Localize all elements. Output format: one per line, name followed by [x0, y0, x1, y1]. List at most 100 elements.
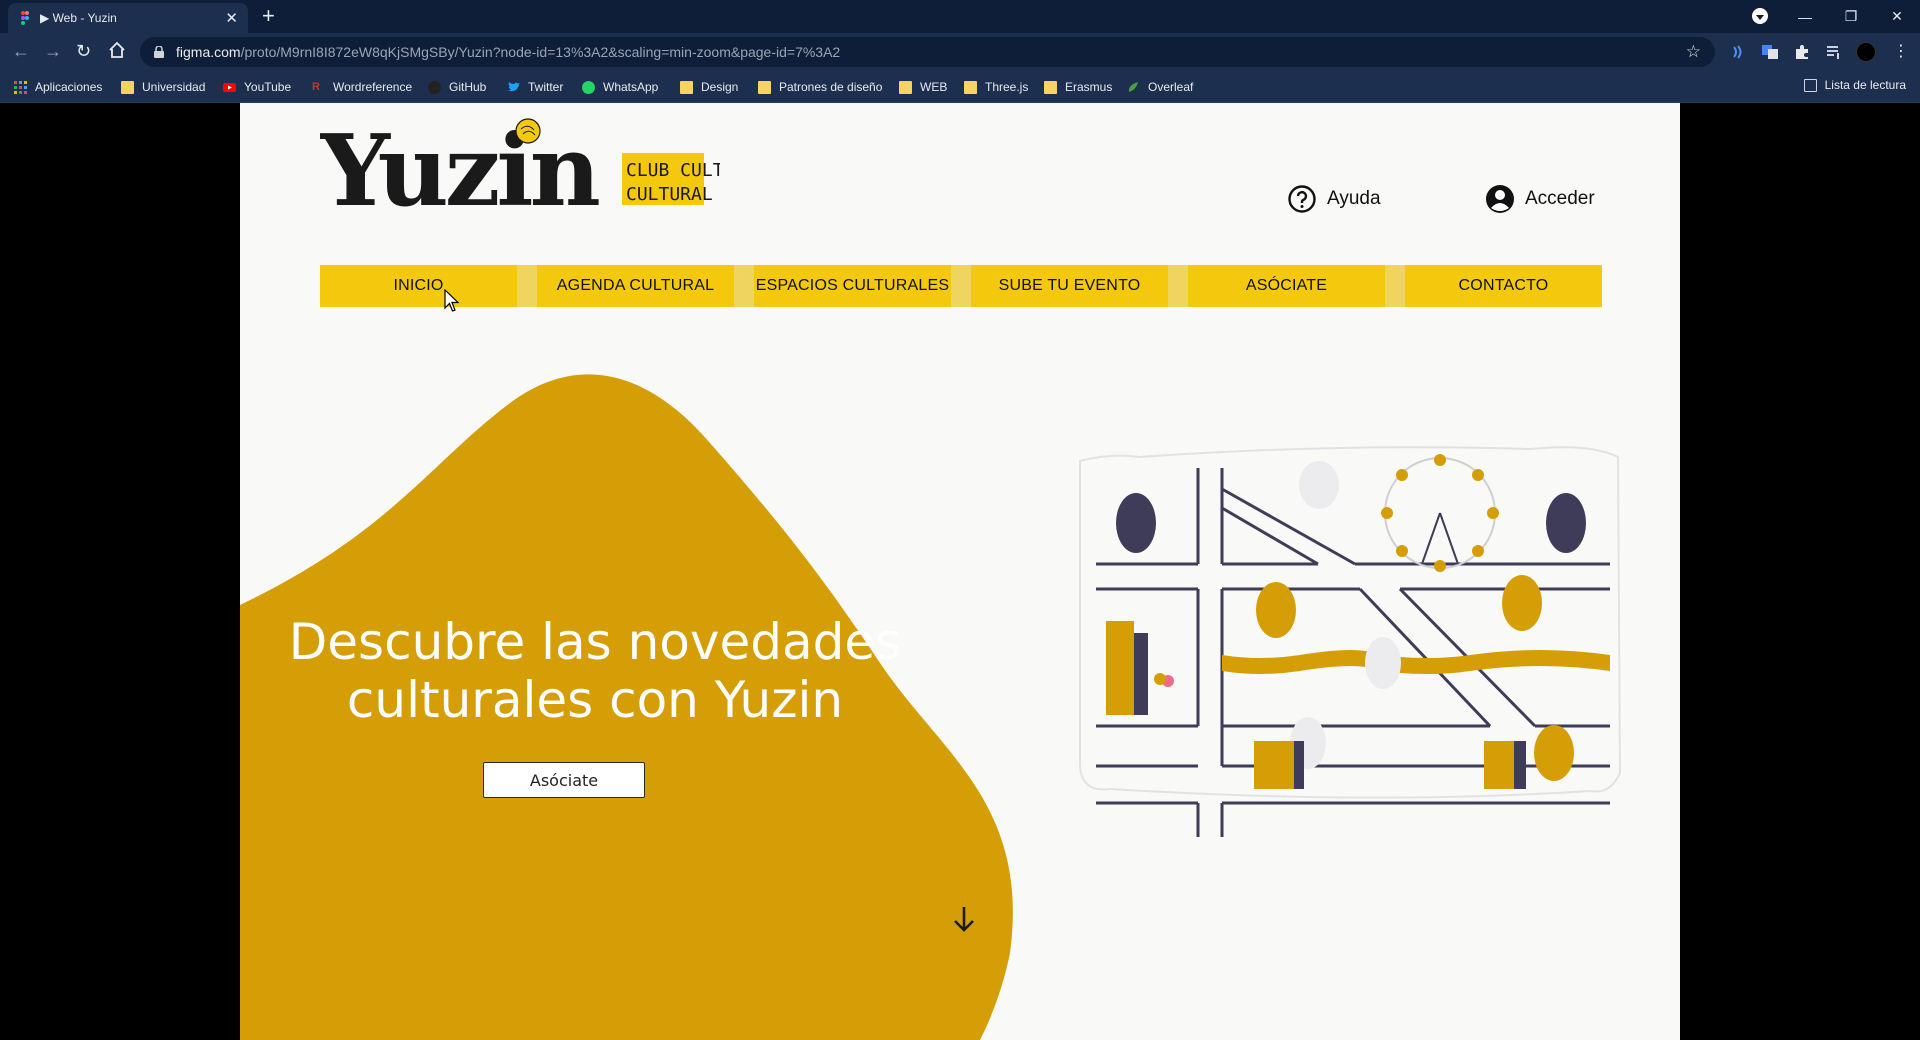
- bookmark-label: Universidad: [142, 80, 206, 94]
- window-controls: — ❐ ✕: [1782, 0, 1920, 33]
- nav-espacios-culturales[interactable]: ESPACIOS CULTURALES: [754, 265, 951, 307]
- svg-text:CULTURAL: CULTURAL: [626, 184, 713, 205]
- figma-icon: [21, 11, 29, 25]
- translate-icon[interactable]: [1761, 43, 1779, 61]
- extension-wave-icon[interactable]: [1729, 43, 1747, 61]
- puzzle-extensions-icon[interactable]: [1793, 43, 1811, 61]
- bookmarks-bar: Aplicaciones Universidad YouTube R Wordr…: [0, 71, 1920, 103]
- mouse-cursor-icon: [444, 289, 460, 312]
- overleaf-icon: [1128, 81, 1138, 92]
- reading-list-icon: [1803, 78, 1817, 92]
- gold-tree-icon: [1534, 725, 1574, 781]
- reload-icon[interactable]: ↻: [76, 41, 91, 61]
- wordreference-icon: R: [312, 80, 320, 93]
- help-label: Ayuda: [1327, 188, 1381, 209]
- new-tab-icon[interactable]: +: [262, 5, 275, 27]
- bookmark-universidad[interactable]: Universidad: [121, 78, 205, 96]
- nav-contacto[interactable]: CONTACTO: [1405, 265, 1602, 307]
- tall-building-icon: [1106, 621, 1148, 715]
- nav-divider: [1385, 265, 1405, 307]
- hero-title-line1: Descubre las novedades: [288, 613, 902, 671]
- login-link[interactable]: Acceder: [1485, 184, 1595, 214]
- nav-divider: [951, 265, 971, 307]
- bookmark-web[interactable]: WEB: [899, 78, 947, 96]
- bookmark-label: Overleaf: [1148, 80, 1194, 94]
- bookmark-github[interactable]: GitHub: [428, 78, 486, 96]
- bookmark-youtube[interactable]: YouTube: [223, 78, 291, 96]
- bookmark-star-icon[interactable]: ☆: [1686, 42, 1701, 62]
- browser-tab-strip: ▶ Web - Yuzin ✕ + — ❐ ✕: [0, 0, 1920, 33]
- hero-title-line2: culturales con Yuzin: [346, 671, 844, 729]
- city-map-illustration: [1079, 446, 1622, 837]
- bookmark-design[interactable]: Design: [680, 78, 738, 96]
- restore-icon[interactable]: ❐: [1828, 8, 1874, 25]
- yuzin-logo[interactable]: Yuzin CLUB CULTURAL CULTURAL: [320, 117, 720, 217]
- login-label: Acceder: [1525, 188, 1595, 209]
- nav-divider: [517, 265, 537, 307]
- main-nav: INICIO AGENDA CULTURAL ESPACIOS CULTURAL…: [320, 265, 1602, 307]
- nav-divider: [1168, 265, 1188, 307]
- bookmark-label: WhatsApp: [603, 80, 659, 94]
- minimize-icon[interactable]: —: [1782, 9, 1828, 25]
- tab-search-icon[interactable]: [1752, 8, 1768, 24]
- sun-doodle-icon: [515, 118, 541, 144]
- light-tree-icon: [1365, 637, 1401, 689]
- browser-tab[interactable]: ▶ Web - Yuzin ✕: [8, 3, 248, 33]
- bookmark-label: Erasmus: [1065, 80, 1113, 94]
- gold-tree-icon: [1256, 582, 1296, 638]
- bookmark-apps[interactable]: Aplicaciones: [14, 78, 102, 96]
- dark-tree-icon: [1546, 493, 1586, 553]
- media-queue-icon[interactable]: [1825, 43, 1843, 61]
- nav-divider: [734, 265, 754, 307]
- yuzin-page: Yuzin CLUB CULTURAL CULTURAL Ayuda Acced…: [240, 103, 1680, 1040]
- nav-inicio[interactable]: INICIO: [320, 265, 517, 307]
- bookmark-wordreference[interactable]: R Wordreference: [312, 78, 412, 96]
- question-circle-icon: [1288, 185, 1316, 213]
- bookmark-overleaf[interactable]: Overleaf: [1127, 78, 1193, 96]
- bookmark-label: Design: [701, 80, 739, 94]
- light-tree-icon: [1299, 461, 1339, 509]
- bookmark-label: Patrones de diseño: [779, 80, 883, 94]
- folder-icon: [964, 80, 977, 94]
- forward-arrow-icon[interactable]: →: [44, 41, 62, 61]
- dark-tree-icon: [1116, 493, 1156, 553]
- whatsapp-icon: [582, 80, 595, 94]
- home-icon[interactable]: [108, 41, 126, 59]
- bookmark-threejs[interactable]: Three.js: [964, 78, 1028, 96]
- browser-menu-icon[interactable]: ⋮: [1893, 42, 1909, 62]
- url-path: /proto/M9rnI8I872eW8qKjSMgSBy/Yuzin?node…: [240, 44, 841, 60]
- help-link[interactable]: Ayuda: [1287, 184, 1381, 214]
- folder-icon: [121, 80, 134, 94]
- reading-list[interactable]: Lista de lectura: [1803, 78, 1906, 92]
- reading-list-label: Lista de lectura: [1824, 78, 1906, 92]
- svg-text:Yuzin: Yuzin: [320, 117, 599, 217]
- hero-title: Descubre las novedades culturales con Yu…: [260, 613, 930, 729]
- apps-grid-icon: [14, 80, 27, 94]
- folder-icon: [899, 80, 912, 94]
- user-account-icon: [1486, 185, 1514, 213]
- svg-text:CLUB CULTURAL: CLUB CULTURAL: [626, 160, 720, 181]
- nav-sube-tu-evento[interactable]: SUBE TU EVENTO: [971, 265, 1168, 307]
- scroll-down-arrow-icon[interactable]: [952, 905, 976, 933]
- bookmark-label: Wordreference: [333, 80, 413, 94]
- address-bar[interactable]: figma.com /proto/M9rnI8I872eW8qKjSMgSBy/…: [140, 37, 1715, 67]
- bookmark-patrones[interactable]: Patrones de diseño: [758, 78, 882, 96]
- asociate-button[interactable]: Asóciate: [483, 762, 645, 798]
- close-tab-icon[interactable]: ✕: [225, 11, 238, 26]
- folder-icon: [758, 80, 771, 94]
- nav-asociate[interactable]: ASÓCIATE: [1188, 265, 1385, 307]
- browser-toolbar: ← → ↻ figma.com /proto/M9rnI8I872eW8qKjS…: [0, 33, 1920, 71]
- back-arrow-icon[interactable]: ←: [12, 41, 30, 61]
- youtube-icon: [223, 82, 236, 92]
- profile-avatar[interactable]: [1856, 42, 1876, 62]
- bookmark-twitter[interactable]: Twitter: [507, 78, 563, 96]
- close-window-icon[interactable]: ✕: [1874, 8, 1920, 25]
- lock-icon: [154, 46, 164, 58]
- bookmark-whatsapp[interactable]: WhatsApp: [582, 78, 658, 96]
- folder-icon: [680, 80, 693, 94]
- bookmark-erasmus[interactable]: Erasmus: [1044, 78, 1112, 96]
- small-building-icon: [1484, 741, 1526, 789]
- small-building-icon: [1254, 741, 1304, 789]
- bookmark-label: YouTube: [244, 80, 292, 94]
- nav-agenda-cultural[interactable]: AGENDA CULTURAL: [537, 265, 734, 307]
